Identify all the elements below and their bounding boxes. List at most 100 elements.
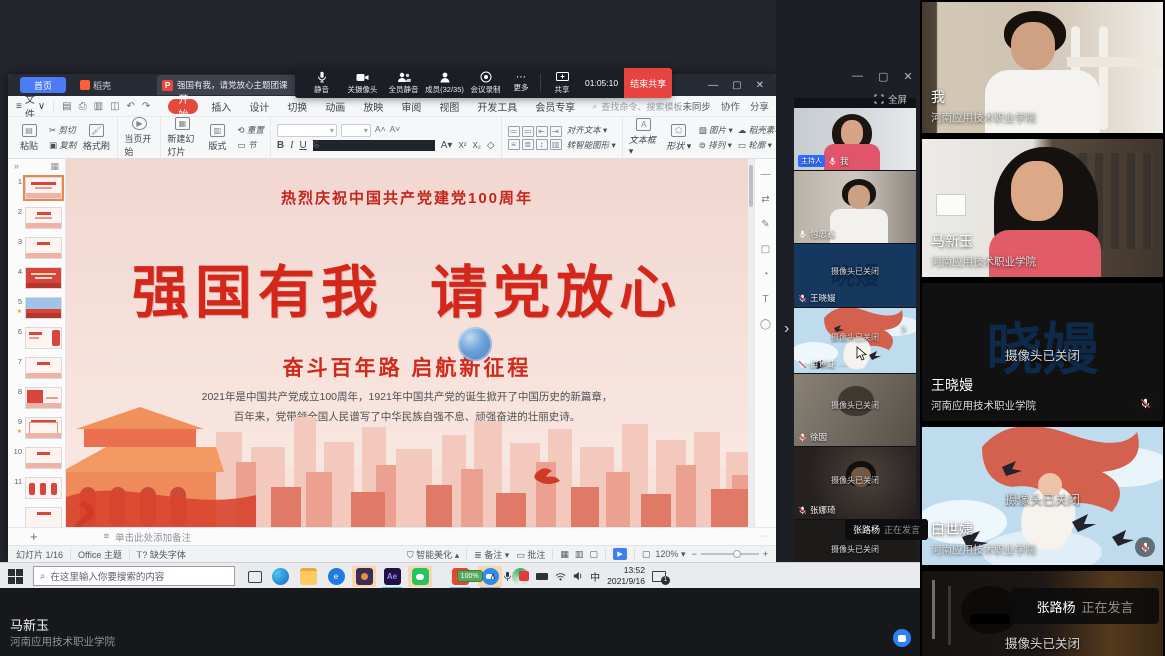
photo-app-icon[interactable] xyxy=(352,566,376,587)
battery-indicator[interactable]: 100% xyxy=(457,570,483,582)
font-shrink-icon[interactable]: A˅ xyxy=(390,124,401,137)
save-icon[interactable]: ▤ xyxy=(62,101,71,112)
format-painter-button[interactable]: 🖌 格式刷 xyxy=(81,124,111,152)
section-button[interactable]: ▭ 节 xyxy=(237,139,264,151)
smart-graphic-button[interactable]: 转智能图形 ▾ xyxy=(567,139,616,151)
strip-tile-participant[interactable]: 摄像头已关闭 张娜琦 xyxy=(794,447,916,519)
beautify-button[interactable]: ⛉ 智能美化 ▴ xyxy=(407,548,459,561)
slide-thumb-7[interactable]: 7 xyxy=(10,357,63,381)
layout-button[interactable]: ▥ 版式 xyxy=(202,124,232,152)
outline-button[interactable]: ▭ 轮廓 ▾ xyxy=(738,139,776,151)
record-button[interactable]: 会议录制 xyxy=(465,71,506,95)
tab-transition[interactable]: 切换 xyxy=(278,99,316,114)
edit-icon[interactable]: ✎ xyxy=(761,219,769,230)
font-grow-icon[interactable]: A˄ xyxy=(375,124,386,137)
indent-less-icon[interactable]: ⇤ xyxy=(536,126,548,137)
notes-placeholder[interactable]: 单击此处添加备注 xyxy=(115,530,191,544)
video-tile-participant[interactable]: 摄像头已关闭 白世婕 河南应用技术职业学院 xyxy=(922,427,1163,565)
collapse-panel-icon[interactable]: » xyxy=(14,161,19,171)
tab-animation[interactable]: 动画 xyxy=(316,99,354,114)
fit-window-icon[interactable]: ▢ xyxy=(642,549,651,560)
slideshow-play-button[interactable]: ▶ xyxy=(613,548,627,560)
tray-expand-icon[interactable]: ∧ xyxy=(490,571,497,582)
bold-button[interactable]: B xyxy=(277,140,284,151)
paste-button[interactable]: ▤ 粘贴 xyxy=(14,124,44,152)
align-text-button[interactable]: 对齐文本 ▾ xyxy=(567,124,616,136)
reset-button[interactable]: ⟲ 重置 xyxy=(237,124,264,136)
redo-icon[interactable]: ↷ xyxy=(142,101,150,112)
normal-view-icon[interactable]: ▦ xyxy=(560,549,569,560)
video-tile-participant[interactable]: 晓嫚 摄像头已关闭 王晓嫚 河南应用技术职业学院 xyxy=(922,283,1163,421)
zoom-in-button[interactable]: + xyxy=(763,549,768,559)
slide-thumb-2[interactable]: 2 xyxy=(10,207,63,231)
play-from-page-button[interactable]: ▶ 当页开始 xyxy=(124,117,154,158)
wifi-icon[interactable] xyxy=(555,572,566,581)
after-effects-icon[interactable]: Ae xyxy=(380,566,404,587)
tab-member[interactable]: 会员专享 xyxy=(526,99,584,114)
video-tile-participant[interactable]: 马新玉 河南应用技术职业学院 xyxy=(922,139,1163,277)
notes-toggle[interactable]: ≣ 备注 ▾ xyxy=(474,548,509,561)
indent-more-icon[interactable]: ⇥ xyxy=(550,126,562,137)
slide-thumb-6[interactable]: 6 xyxy=(10,327,63,351)
superscript-button[interactable]: X² xyxy=(458,141,466,150)
meeting-maximize-button[interactable]: ▢ xyxy=(878,70,888,83)
comments-toggle[interactable]: ▭ 批注 xyxy=(516,548,545,561)
shape-tool-icon[interactable]: ◯ xyxy=(760,319,771,330)
tab-devtools[interactable]: 开发工具 xyxy=(468,99,526,114)
subscript-button[interactable]: X₂ xyxy=(472,141,480,150)
tab-review[interactable]: 审阅 xyxy=(392,99,430,114)
share-screen-button[interactable]: 共享 xyxy=(545,72,579,95)
strip-tile-self[interactable]: 主持人 我 xyxy=(794,108,916,170)
columns-icon[interactable]: ▥ xyxy=(550,139,562,150)
slide-canvas[interactable]: 热烈庆祝中国共产党建党100周年 强国有我 请党放心 奋斗百年路 启航新征程 2… xyxy=(66,159,748,527)
scroll-top-icon[interactable]: — xyxy=(761,169,771,180)
file-explorer-icon[interactable] xyxy=(296,566,320,587)
start-button[interactable] xyxy=(8,563,23,589)
strip-tile-participant[interactable]: 摄像头已关闭 白世婕 ⋯ xyxy=(794,308,916,373)
mute-all-button[interactable]: 全员静音 xyxy=(383,72,424,95)
print-icon[interactable]: ▥ xyxy=(94,101,103,112)
wps-minimize-button[interactable]: — xyxy=(708,80,718,91)
history-icon[interactable]: ◔ xyxy=(762,269,768,280)
camera-button[interactable]: 关摄像头 xyxy=(342,72,383,95)
tile-more-icon[interactable]: ⋯ xyxy=(839,359,848,370)
sorter-view-icon[interactable]: ▥ xyxy=(575,549,584,560)
line-spacing-icon[interactable]: ↕ xyxy=(536,139,548,150)
taskbar-search[interactable]: ⌕ 在这里输入你要搜索的内容 xyxy=(33,566,235,586)
missing-font-warning[interactable]: Ꭲ? 缺失字体 xyxy=(137,548,186,561)
arrange-button[interactable]: ⊜ 排列 ▾ xyxy=(699,139,733,151)
mute-button[interactable]: 静音 xyxy=(301,71,342,95)
tab-slideshow[interactable]: 放映 xyxy=(354,99,392,114)
edge-icon[interactable] xyxy=(268,566,292,587)
underline-button[interactable]: U xyxy=(300,140,307,151)
new-slide-button[interactable]: ▦ 新建幻灯片 xyxy=(167,117,197,158)
slide-thumb-5[interactable]: 5★ xyxy=(10,297,63,321)
textbox-button[interactable]: A 文本框 ▾ xyxy=(629,118,659,157)
font-name-select[interactable]: ▾ xyxy=(277,124,337,137)
copy-page-icon[interactable]: ▢ xyxy=(761,244,770,255)
tab-design[interactable]: 设计 xyxy=(240,99,278,114)
meeting-minimize-button[interactable]: — xyxy=(852,70,863,83)
slide-thumb-10[interactable]: 10 xyxy=(10,447,63,471)
font-color-icon[interactable]: A▾ xyxy=(441,140,453,151)
strip-tile-participant[interactable]: 晓嫚 摄像头已关闭 王晓嫚 xyxy=(794,244,916,307)
docer-assets-button[interactable]: ☁ 稻壳素材 ▾ xyxy=(738,124,776,136)
zoom-level[interactable]: 120% ▾ xyxy=(655,549,685,560)
theme-name[interactable]: Office 主题 xyxy=(78,548,122,561)
slide-thumb-12[interactable] xyxy=(10,507,63,527)
clear-format-icon[interactable]: ◇ xyxy=(487,140,495,151)
wps-close-button[interactable]: ✕ xyxy=(756,80,764,91)
end-share-button[interactable]: 结束共享 xyxy=(624,68,672,98)
slide-thumb-8[interactable]: 8 xyxy=(10,387,63,411)
strip-prev-icon[interactable]: › xyxy=(784,320,789,338)
slide-thumb-11[interactable]: 11 xyxy=(10,477,63,501)
text-tool-icon[interactable]: T xyxy=(762,294,768,305)
strip-tile-participant[interactable]: 摄像头已关闭 徐囡 xyxy=(794,374,916,446)
tray-mic-icon[interactable] xyxy=(503,571,512,582)
tab-insert[interactable]: 插入 xyxy=(202,99,240,114)
taskbar-clock[interactable]: 13:522021/9/16 xyxy=(607,565,645,586)
task-view-button[interactable] xyxy=(243,566,267,587)
fullscreen-control[interactable]: 全屏 xyxy=(874,92,907,106)
strip-tile-participant[interactable]: 包忠鑫 xyxy=(794,171,916,243)
add-slide-button[interactable]: + xyxy=(30,529,38,544)
